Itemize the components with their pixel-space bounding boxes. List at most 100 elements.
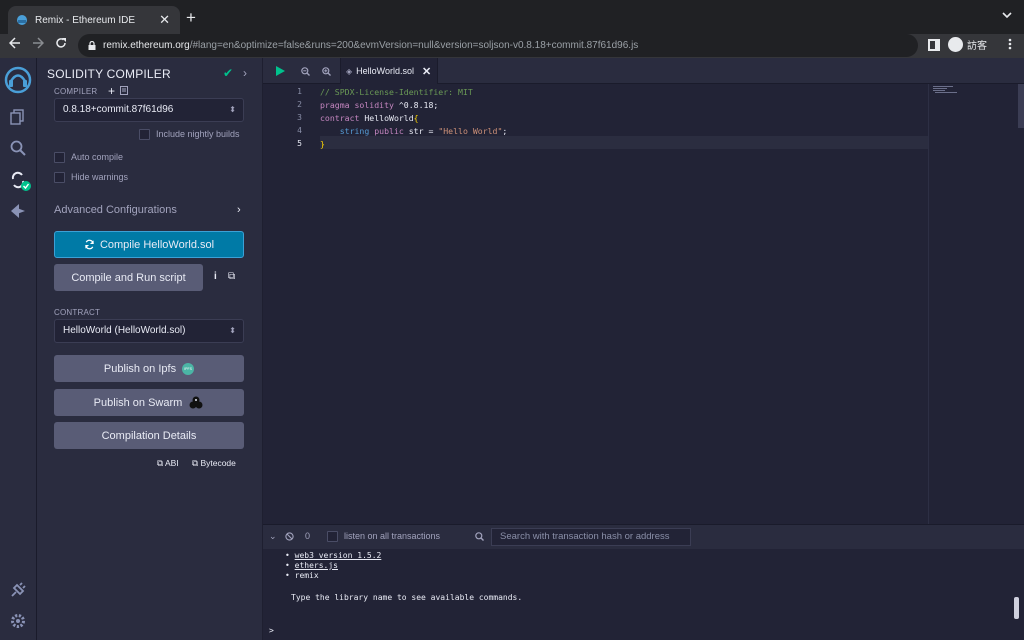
close-tab-icon[interactable]: ✕ xyxy=(159,12,170,28)
identifier-token: str = xyxy=(403,126,439,136)
editor-scrollbar[interactable] xyxy=(1018,84,1024,128)
auto-compile-checkbox[interactable] xyxy=(54,152,65,163)
reload-icon[interactable] xyxy=(55,37,67,49)
solidity-file-icon: ◈ xyxy=(346,66,353,76)
compilation-details-button[interactable]: Compilation Details xyxy=(54,422,244,449)
close-file-icon[interactable]: ✕ xyxy=(422,65,431,78)
brace-token: { xyxy=(413,113,419,123)
minimap-line xyxy=(935,92,957,93)
code-line-3[interactable]: contract HelloWorld{ xyxy=(320,113,419,123)
terminal-line: • remix xyxy=(285,571,319,580)
tab-search-chevron-icon[interactable] xyxy=(1002,11,1012,19)
minimap-line xyxy=(933,86,953,87)
terminal-panel: ⌄ 0 listen on all transactions Search wi… xyxy=(263,524,1024,640)
terminal-scrollbar[interactable] xyxy=(1014,597,1019,619)
solidity-compiler-icon[interactable] xyxy=(9,169,33,193)
compilation-details-label: Compilation Details xyxy=(101,429,197,442)
copy-icon[interactable]: ⧉ xyxy=(228,271,235,282)
collapse-terminal-icon[interactable]: ⌄ xyxy=(269,531,277,542)
add-compiler-plus-icon[interactable]: + xyxy=(108,84,115,98)
zoom-in-icon[interactable] xyxy=(322,67,331,76)
file-explorer-icon[interactable] xyxy=(9,108,27,126)
browser-tab[interactable]: Remix - Ethereum IDE ✕ xyxy=(8,6,180,34)
terminal-toolbar: ⌄ 0 listen on all transactions Search wi… xyxy=(263,525,1024,549)
remix-logo-icon[interactable] xyxy=(4,66,32,94)
address-bar[interactable]: remix.ethereum.org/#lang=en&optimize=fal… xyxy=(78,34,918,57)
bytecode-copy-link[interactable]: ⧉ Bytecode xyxy=(192,458,236,469)
minimap[interactable] xyxy=(928,84,1024,524)
clear-console-icon[interactable] xyxy=(285,532,294,541)
minimap-line xyxy=(933,90,945,91)
browser-toolbar: remix.ethereum.org/#lang=en&optimize=fal… xyxy=(0,34,1024,58)
ethers-link[interactable]: ethers.js xyxy=(295,561,338,570)
contract-label: CONTRACT xyxy=(54,308,101,317)
search-placeholder: Search with transaction hash or address xyxy=(500,531,670,542)
include-nightly-checkbox[interactable] xyxy=(139,129,150,140)
terminal-line: • web3 version 1.5.2 xyxy=(285,551,382,560)
compiler-docs-icon[interactable] xyxy=(120,86,128,95)
run-play-icon[interactable] xyxy=(275,66,285,76)
select-caret-icon: ⬍ xyxy=(229,105,236,114)
plugin-manager-icon[interactable] xyxy=(9,581,27,599)
profile-button[interactable]: 訪客 xyxy=(948,37,987,52)
code-line-2[interactable]: pragma solidity ^0.8.18; xyxy=(320,100,438,110)
advanced-configurations-toggle[interactable]: Advanced Configurations xyxy=(54,204,177,216)
compile-and-run-label: Compile and Run script xyxy=(71,271,186,284)
browser-tab-strip: Remix - Ethereum IDE ✕ + xyxy=(0,0,1024,34)
compiler-version-value: 0.8.18+commit.87f61d96 xyxy=(63,104,174,115)
code-line-4[interactable]: string public str = "Hello World"; xyxy=(320,126,508,136)
side-panel-icon[interactable] xyxy=(928,39,940,51)
info-icon[interactable]: i xyxy=(214,271,217,282)
ipfs-logo-icon: IPFS xyxy=(182,362,195,375)
keyword-token: contract xyxy=(320,113,360,123)
pending-tx-count: 0 xyxy=(305,531,311,541)
listen-all-tx-checkbox[interactable] xyxy=(327,531,338,542)
keyword-token: public xyxy=(369,126,404,136)
solidity-compiler-panel: SOLIDITY COMPILER ✔ › COMPILER + 0.8.18+… xyxy=(37,58,263,640)
terminal-hint: Type the library name to see available c… xyxy=(291,593,523,602)
search-icon xyxy=(475,532,484,541)
line-number-gutter: 1 2 3 4 5 xyxy=(263,84,320,524)
compile-button[interactable]: Compile HelloWorld.sol xyxy=(54,231,244,258)
keyword-token: pragma solidity xyxy=(320,100,394,110)
url-host: remix.ethereum.org xyxy=(103,40,190,51)
hide-warnings-checkbox[interactable] xyxy=(54,172,65,183)
active-line-highlight xyxy=(320,136,928,149)
contract-value: HelloWorld (HelloWorld.sol) xyxy=(63,325,186,336)
tab-title: Remix - Ethereum IDE xyxy=(35,14,136,26)
string-token: "Hello World" xyxy=(438,126,503,136)
search-icon[interactable] xyxy=(9,139,27,157)
panel-expand-chevron-icon[interactable]: › xyxy=(243,66,247,80)
transaction-search-input[interactable]: Search with transaction hash or address xyxy=(491,528,691,546)
compiler-version-select[interactable]: 0.8.18+commit.87f61d96 ⬍ xyxy=(54,98,244,122)
file-tab-label: HelloWorld.sol xyxy=(356,66,415,76)
zoom-out-icon[interactable] xyxy=(301,67,310,76)
publish-swarm-button[interactable]: Publish on Swarm xyxy=(54,389,244,416)
compile-and-run-button[interactable]: Compile and Run script xyxy=(54,264,203,291)
publish-ipfs-label: Publish on Ipfs xyxy=(103,362,177,375)
version-token: ^0.8.18; xyxy=(393,100,439,110)
line-number: 3 xyxy=(297,113,302,122)
abi-label: ABI xyxy=(164,458,179,468)
advanced-chevron-icon[interactable]: › xyxy=(237,204,241,216)
more-menu-icon[interactable] xyxy=(1008,37,1012,51)
forward-arrow-icon[interactable] xyxy=(32,37,44,49)
file-tab-helloworld[interactable]: ◈ HelloWorld.sol ✕ xyxy=(340,58,438,84)
compile-button-label: Compile HelloWorld.sol xyxy=(99,238,215,251)
code-line-5[interactable]: } xyxy=(320,139,325,149)
back-arrow-icon[interactable] xyxy=(9,37,21,49)
deploy-run-icon[interactable] xyxy=(9,202,27,220)
terminal-prompt[interactable]: > xyxy=(269,626,274,635)
settings-gear-icon[interactable] xyxy=(9,612,27,630)
abi-copy-link[interactable]: ⧉ ABI xyxy=(157,458,179,469)
contract-select[interactable]: HelloWorld (HelloWorld.sol) ⬍ xyxy=(54,319,244,343)
url-text: remix.ethereum.org/#lang=en&optimize=fal… xyxy=(103,40,638,51)
code-line-1[interactable]: // SPDX-License-Identifier: MIT xyxy=(320,87,473,97)
publish-ipfs-button[interactable]: Publish on Ipfs IPFS xyxy=(54,355,244,382)
new-tab-button[interactable]: + xyxy=(186,9,196,26)
panel-title: SOLIDITY COMPILER xyxy=(47,67,171,81)
line-number: 2 xyxy=(297,100,302,109)
remix-text: remix xyxy=(294,571,319,580)
web3-link[interactable]: web3 version 1.5.2 xyxy=(295,551,382,560)
